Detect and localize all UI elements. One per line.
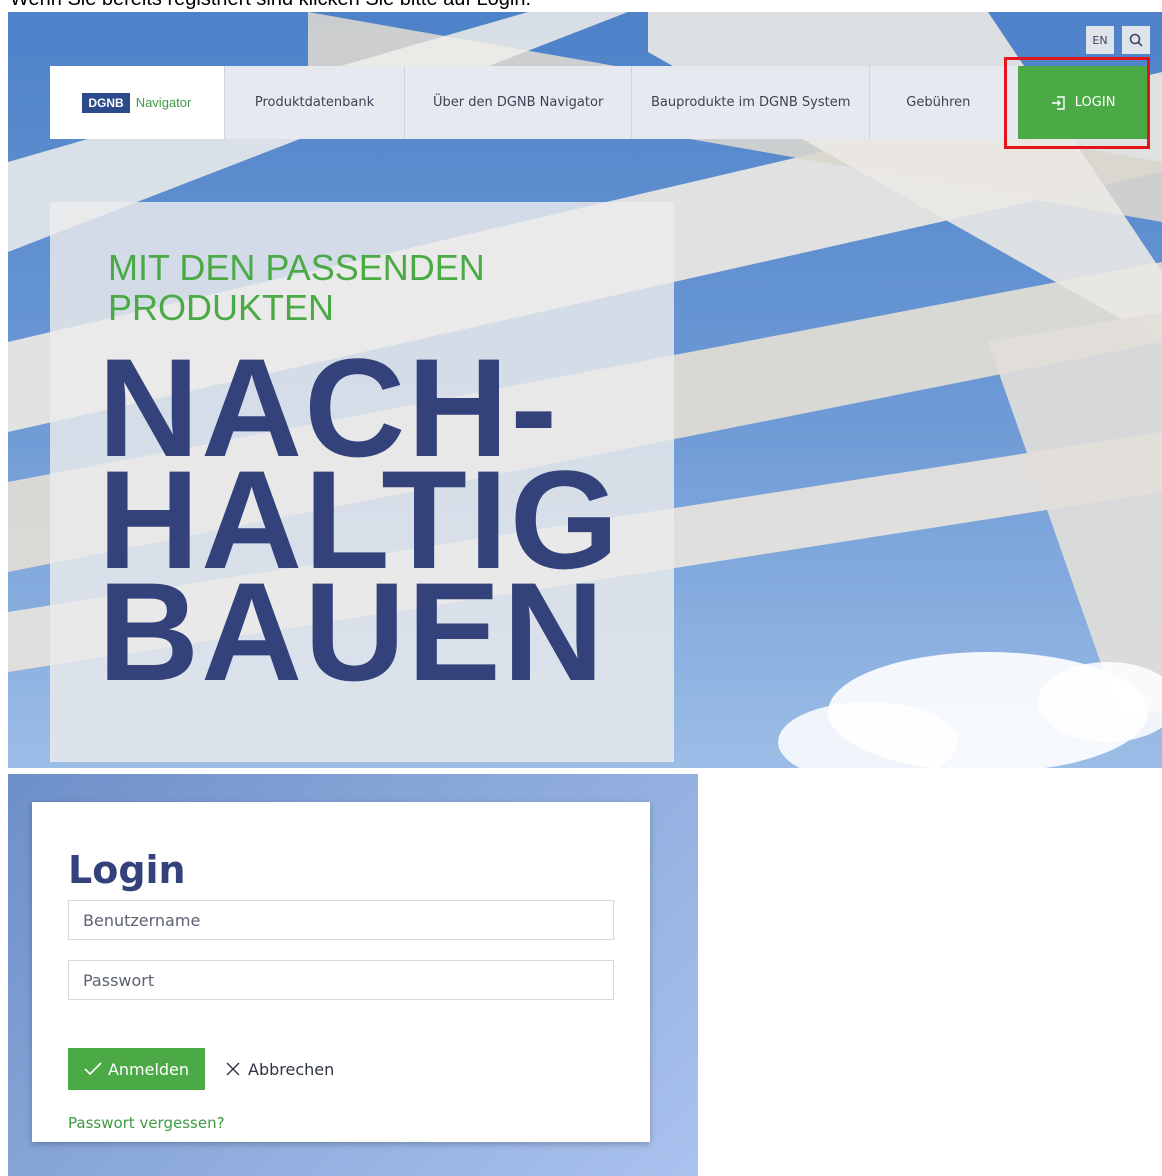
hero-headline: NACH- HALTIG BAUEN <box>98 338 621 710</box>
forgot-password-link[interactable]: Passwort vergessen? <box>68 1114 225 1132</box>
hero-headline-line3: BAUEN <box>98 553 606 710</box>
hero-text-panel: MIT DEN PASSENDEN PRODUKTEN NACH- HALTIG… <box>50 202 674 762</box>
hero-subtitle-line2: PRODUKTEN <box>108 287 335 328</box>
main-navbar: DGNB Navigator Produktdatenbank Über den… <box>50 66 1148 139</box>
hero-subtitle-line1: MIT DEN PASSENDEN <box>108 247 485 288</box>
nav-item-ueber[interactable]: Über den DGNB Navigator <box>404 66 631 139</box>
search-button[interactable] <box>1122 26 1150 54</box>
hero-subtitle: MIT DEN PASSENDEN PRODUKTEN <box>108 248 485 328</box>
username-input[interactable] <box>68 900 614 940</box>
hero-screenshot: EN DGNB Navigator Produktdatenbank Über … <box>8 12 1162 768</box>
nav-item-produktdatenbank[interactable]: Produktdatenbank <box>223 66 405 139</box>
logo-badge: DGNB <box>82 92 130 113</box>
login-screenshot: Login Anmelden Abbrechen Passwort verges… <box>8 774 698 1176</box>
close-icon <box>226 1062 240 1076</box>
nav-item-gebuehren[interactable]: Gebühren <box>869 66 1006 139</box>
login-card: Login Anmelden Abbrechen Passwort verges… <box>32 802 650 1142</box>
language-switch-button[interactable]: EN <box>1086 26 1114 54</box>
cancel-label: Abbrechen <box>248 1059 335 1079</box>
cancel-button[interactable]: Abbrechen <box>226 1048 334 1090</box>
submit-button[interactable]: Anmelden <box>68 1048 205 1090</box>
nav-item-bauprodukte[interactable]: Bauprodukte im DGNB System <box>630 66 870 139</box>
logo[interactable]: DGNB Navigator <box>50 66 224 139</box>
search-icon <box>1129 33 1143 47</box>
logo-text: Navigator <box>135 95 192 110</box>
password-input[interactable] <box>68 960 614 1000</box>
submit-label: Anmelden <box>107 1059 190 1079</box>
instruction-text: Wenn Sie bereits registriert sind klicke… <box>10 0 531 11</box>
login-title: Login <box>68 848 186 892</box>
login-highlight-box <box>1004 57 1150 149</box>
checkmark-icon <box>84 1062 102 1076</box>
